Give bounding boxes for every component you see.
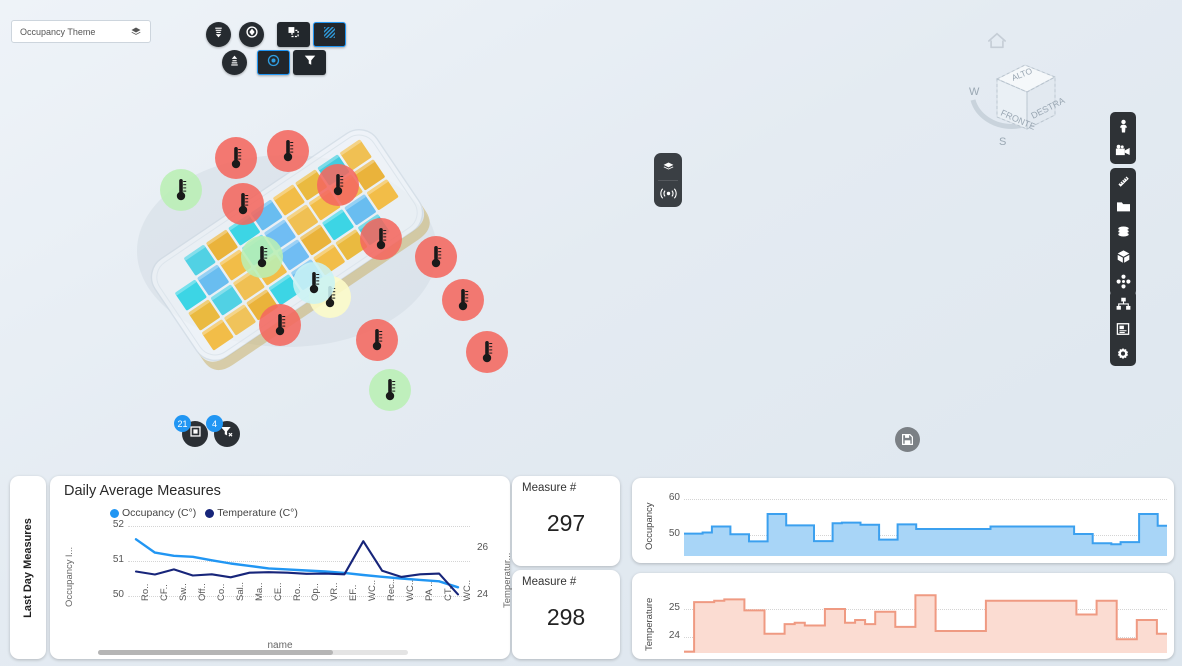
- viewer-rail-navigation: [1110, 112, 1136, 164]
- sensor-marker: [267, 130, 309, 172]
- funnel-filter-icon[interactable]: [293, 50, 326, 75]
- sensor-marker: [442, 279, 484, 321]
- camera-icon[interactable]: [1110, 138, 1136, 163]
- sensor-marker: [415, 236, 457, 278]
- copy-model-icon[interactable]: [277, 22, 310, 47]
- daily-average-measures-chart: Daily Average Measures Occupancy (C°) Tem…: [50, 476, 513, 659]
- sensor-marker: [356, 319, 398, 361]
- target-select-icon: [266, 53, 281, 73]
- gear-icon[interactable]: [1110, 341, 1136, 366]
- hatch-section-icon: [322, 25, 337, 45]
- measure-card-value: 298: [546, 604, 586, 630]
- sensor-marker: [215, 137, 257, 179]
- x-axis-tick: VR..: [329, 582, 341, 601]
- orbit-icon: [245, 25, 259, 44]
- sensor-marker: [360, 218, 402, 260]
- target-select-icon[interactable]: [257, 50, 290, 75]
- step-series: [684, 513, 1167, 556]
- sensor-marker: [259, 304, 301, 346]
- extract-down-icon[interactable]: [206, 22, 231, 47]
- square-select-icon: [189, 425, 202, 443]
- x-axis-tick: Rec..: [386, 578, 398, 601]
- temperature-timeline-chart: Temperature 24 25: [632, 573, 1174, 659]
- copy-model-icon: [286, 25, 301, 45]
- sensor-marker: [241, 236, 283, 278]
- sensor-marker: [466, 331, 508, 373]
- sensor-marker: [369, 369, 411, 411]
- sensor-marker: [293, 262, 335, 304]
- x-axis-tick: CE..: [272, 582, 284, 601]
- layers-icon: [131, 27, 141, 35]
- daily-line-series: [134, 538, 460, 596]
- ruler-icon[interactable]: [1110, 169, 1136, 194]
- funnel-clear-icon: [220, 425, 234, 443]
- x-axis-tick: Sal..: [234, 581, 246, 601]
- sensor-marker: [160, 169, 202, 211]
- measure-card-2: Measure # 298: [512, 570, 620, 659]
- layers-stack-icon[interactable]: [1110, 219, 1136, 244]
- x-axis-tick: PA ..: [424, 581, 436, 601]
- hatch-section-icon[interactable]: [313, 22, 346, 47]
- extract-up-icon: [228, 54, 241, 72]
- last-day-measures-label: Last Day Measures: [10, 476, 46, 659]
- daily-chart-scrollbar[interactable]: [98, 650, 408, 655]
- measure-card-1: Measure # 297: [512, 476, 620, 566]
- x-axis-tick: WC..: [367, 579, 379, 601]
- x-axis-tick: Ma..: [253, 582, 265, 601]
- x-axis-tick: WC..: [462, 579, 473, 601]
- x-axis-tick: Off..: [196, 583, 208, 601]
- sensor-marker: [222, 183, 264, 225]
- x-axis-tick: CT..: [443, 584, 455, 601]
- network-icon[interactable]: [1110, 291, 1136, 316]
- x-axis-tick: Ro..: [291, 583, 303, 601]
- measure-card-title: Measure #: [522, 482, 577, 494]
- measure-card-value: 297: [546, 510, 586, 536]
- count-badge: 4: [206, 415, 223, 432]
- last-day-measures-panel: Last Day Measures: [10, 476, 46, 659]
- monitor-icon[interactable]: [1110, 316, 1136, 341]
- x-axis-tick: Sw..: [177, 583, 189, 601]
- person-icon[interactable]: [1110, 113, 1136, 138]
- extract-down-icon: [212, 26, 225, 44]
- extract-up-icon[interactable]: [222, 50, 247, 75]
- orbit-icon[interactable]: [239, 22, 264, 47]
- step-series: [684, 594, 1167, 653]
- sensor-marker: [317, 164, 359, 206]
- 3d-model-viewer[interactable]: Occupancy Theme ALTO FRONTE DESTRA W S 2…: [0, 0, 1182, 666]
- last-day-measures-text: Last Day Measures: [22, 517, 35, 618]
- funnel-filter-icon: [303, 53, 317, 72]
- occupancy-timeline-chart: Occupancy 50 60: [632, 478, 1174, 563]
- theme-select[interactable]: Occupancy Theme: [11, 20, 151, 43]
- x-axis-tick: CF..: [158, 584, 170, 601]
- x-axis-tick: EF..: [348, 584, 360, 601]
- measure-card-title: Measure #: [522, 576, 577, 588]
- folder-icon[interactable]: [1110, 194, 1136, 219]
- x-axis-tick: Ro..: [140, 583, 151, 601]
- theme-select-value: Occupancy Theme: [20, 26, 96, 37]
- x-axis-tick: WC..: [405, 579, 417, 601]
- viewer-rail-tools: [1110, 168, 1136, 296]
- x-axis-tick: Op..: [310, 583, 322, 601]
- x-axis-tick: Co..: [215, 583, 227, 601]
- cube-icon[interactable]: [1110, 244, 1136, 269]
- viewer-rail-settings: [1110, 290, 1136, 366]
- count-badge: 21: [174, 415, 191, 432]
